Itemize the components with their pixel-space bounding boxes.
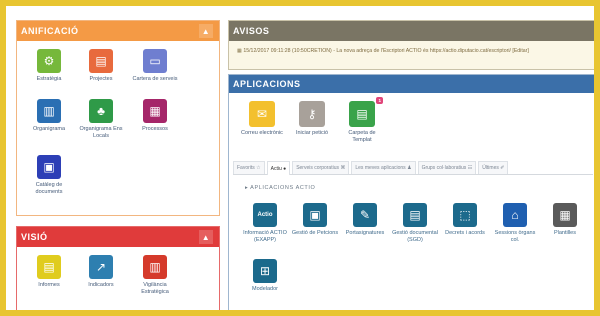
- reports-icon: ▤: [37, 255, 61, 279]
- tile-indicadors[interactable]: ↗ Indicadors: [75, 255, 127, 289]
- tile-label: Vigilància Estratègica: [141, 282, 169, 295]
- actio-icon: Actio: [253, 203, 277, 227]
- section-heading: ▸ APLICACIONS ACTIO: [245, 185, 316, 191]
- key-icon: ⚷: [299, 101, 325, 127]
- quick-carpeta-templat[interactable]: ▤ 1 Carpeta de Templat: [339, 97, 385, 144]
- tile-label: Indicadors: [88, 282, 114, 288]
- petitions-icon: ▣: [303, 203, 327, 227]
- planificacio-panel: ANIFICACIÓ ▲ ⚙ Estratègia ▤ Projectes ▭ …: [16, 20, 220, 216]
- avisos-header: AVISOS: [229, 21, 594, 41]
- planificacio-title: ANIFICACIÓ: [21, 26, 79, 36]
- tab-meves-aplicacions[interactable]: Les meves aplicacions ♟: [351, 161, 416, 174]
- tile-label: Organigrama Ens Locals: [79, 126, 123, 139]
- org-chart-icon: ▥: [37, 99, 61, 123]
- tile-organigrama-ens-locals[interactable]: ♣ Organigrama Ens Locals: [75, 99, 127, 140]
- processes-icon: ▦: [143, 99, 167, 123]
- tile-vigilancia-estrategica[interactable]: ▥ Vigilància Estratègica: [129, 255, 181, 296]
- collapse-up-icon[interactable]: ▲: [199, 24, 213, 38]
- notification-badge: 1: [376, 97, 383, 104]
- app-label: Decrets i acords: [445, 230, 485, 236]
- template-icon: ▤: [349, 101, 375, 127]
- tile-estrategia[interactable]: ⚙ Estratègia: [23, 49, 75, 83]
- tile-informes[interactable]: ▤ Informes: [23, 255, 75, 289]
- tile-label: Catàleg de documents: [35, 182, 63, 195]
- aplicacions-panel: APLICACIONS ✉ Correu electrònic ⚷ Inicia…: [228, 74, 594, 310]
- tab-grups-collaboratius[interactable]: Grups col·laboratius ☷: [417, 161, 477, 174]
- app-decrets-acords[interactable]: ⬚ Decrets i acords: [441, 203, 489, 237]
- folders-icon: ▤: [89, 49, 113, 73]
- app-label: Plantilles: [553, 230, 576, 236]
- surveillance-icon: ▥: [143, 255, 167, 279]
- quick-correu[interactable]: ✉ Correu electrònic: [239, 101, 285, 137]
- strategy-icon: ⚙: [37, 49, 61, 73]
- quick-iniciar-peticio[interactable]: ⚷ Iniciar petició: [289, 101, 335, 137]
- tab-favorits[interactable]: Favorits ☆: [233, 161, 265, 174]
- app-label: Gestió documental (SGD): [392, 230, 438, 243]
- services-icon: ▭: [143, 49, 167, 73]
- app-modelador[interactable]: ⊞ Modelador: [241, 259, 289, 293]
- catalog-icon: ▣: [37, 155, 61, 179]
- app-sessions-organs[interactable]: ⌂ Sessions òrgans col.: [491, 203, 539, 244]
- tile-processos[interactable]: ▦ Processos: [129, 99, 181, 133]
- indicators-icon: ↗: [89, 255, 113, 279]
- tile-label: Estratègia: [36, 76, 62, 82]
- aplicacions-title: APLICACIONS: [233, 79, 301, 89]
- tile-label: Processos: [142, 126, 168, 132]
- app-label: Portasignatures: [345, 230, 385, 236]
- tab-serveis-corporatius[interactable]: Serveis corporatius ⌘: [292, 161, 350, 174]
- tile-organigrama[interactable]: ▥ Organigrama: [23, 99, 75, 133]
- signature-icon: ✎: [353, 203, 377, 227]
- aplicacions-header: APLICACIONS: [229, 75, 594, 93]
- tile-label: Organigrama: [32, 126, 66, 132]
- quick-label: Iniciar petició: [295, 130, 329, 136]
- app-label: Sessions òrgans col.: [494, 230, 536, 243]
- quick-label: Carpeta de Templat: [348, 130, 376, 143]
- app-label: Informació ACTIO (EXAPP): [243, 230, 287, 243]
- app-gestio-documental[interactable]: ▤ Gestió documental (SGD): [391, 203, 439, 244]
- quick-label: Correu electrònic: [241, 130, 283, 136]
- app-label: Modelador: [252, 286, 278, 292]
- app-plantilles[interactable]: ▦ Plantilles: [541, 203, 589, 237]
- tile-label: Cartera de serveis: [132, 76, 178, 82]
- decrees-icon: ⬚: [453, 203, 477, 227]
- tab-ultimes[interactable]: Últimes ✐: [478, 161, 509, 174]
- avisos-panel: AVISOS ▦ 15/12/2017 09:11:28 (10:50CRETI…: [228, 20, 594, 70]
- tab-actiu[interactable]: Actiu ●: [266, 161, 291, 175]
- avisos-title: AVISOS: [233, 26, 270, 36]
- app-portasignatures[interactable]: ✎ Portasignatures: [341, 203, 389, 237]
- collapse-up-icon[interactable]: ▲: [199, 230, 213, 244]
- templates-icon: ▦: [553, 203, 577, 227]
- tile-label: Projectes: [89, 76, 113, 82]
- visio-header[interactable]: VISIÓ ▲: [17, 227, 219, 247]
- tile-cartera-serveis[interactable]: ▭ Cartera de serveis: [129, 49, 181, 83]
- visio-title: VISIÓ: [21, 232, 48, 242]
- sessions-icon: ⌂: [503, 203, 527, 227]
- notice-message: 15/12/2017 09:11:28 (10:50CRETION) - La …: [243, 48, 529, 54]
- visio-panel: VISIÓ ▲ ▤ Informes ↗ Indicadors ▥ Vigilà…: [16, 226, 220, 310]
- tile-label: Informes: [38, 282, 60, 288]
- mail-icon: ✉: [249, 101, 275, 127]
- tile-projectes[interactable]: ▤ Projectes: [75, 49, 127, 83]
- planificacio-header[interactable]: ANIFICACIÓ ▲: [17, 21, 219, 41]
- modeler-icon: ⊞: [253, 259, 277, 283]
- app-label: Gestió de Petcions: [291, 230, 339, 236]
- app-informacio-actio[interactable]: Actio Informació ACTIO (EXAPP): [241, 203, 289, 244]
- applications-tabs: Favorits ☆ Actiu ● Serveis corporatius ⌘…: [233, 161, 593, 175]
- documents-icon: ▤: [403, 203, 427, 227]
- page-frame: ANIFICACIÓ ▲ ⚙ Estratègia ▤ Projectes ▭ …: [6, 6, 594, 310]
- tile-cataleg-documents[interactable]: ▣ Catàleg de documents: [23, 155, 75, 196]
- notice-text[interactable]: ▦ 15/12/2017 09:11:28 (10:50CRETION) - L…: [229, 41, 594, 61]
- app-gestio-peticions[interactable]: ▣ Gestió de Petcions: [291, 203, 339, 237]
- local-org-icon: ♣: [89, 99, 113, 123]
